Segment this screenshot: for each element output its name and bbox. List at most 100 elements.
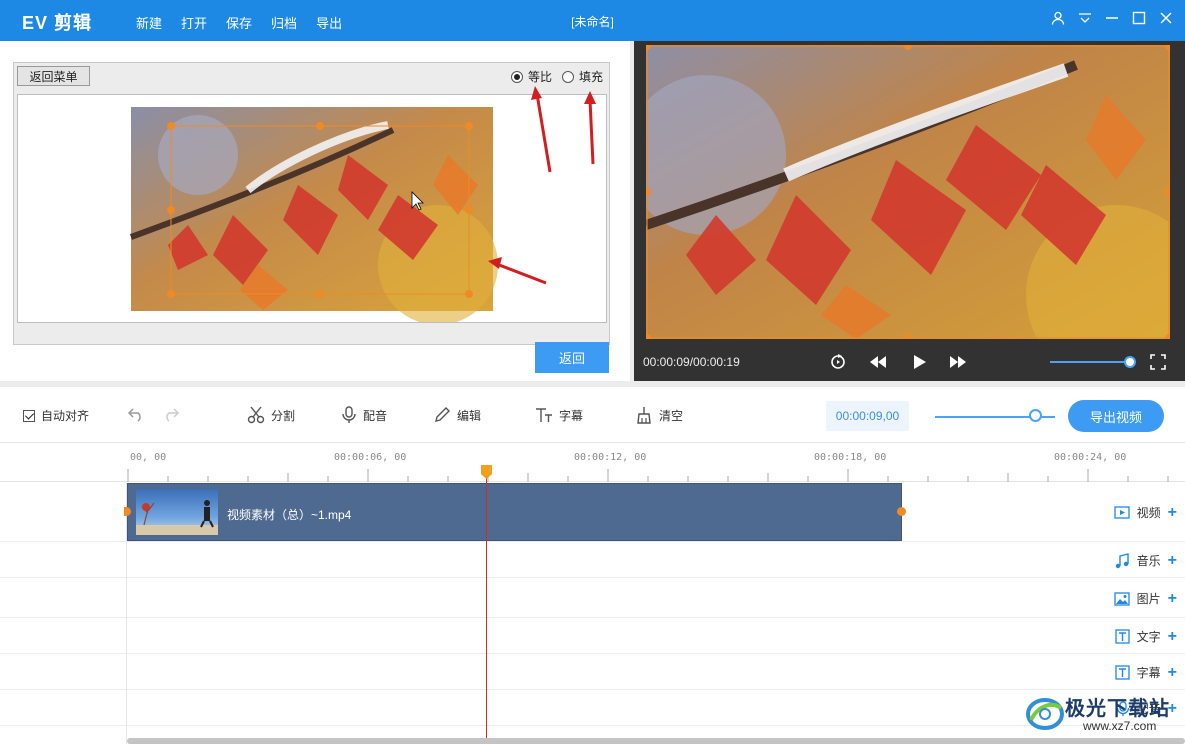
- track-name: 视频: [1136, 506, 1161, 520]
- subtitle-track: 字幕 +: [0, 654, 1185, 690]
- scale-mode-group: 等比 填充: [510, 68, 603, 85]
- menu-save[interactable]: 保存: [226, 13, 252, 32]
- split-label: 分割: [271, 408, 296, 423]
- app-logo: EV 剪辑: [22, 13, 93, 33]
- track-name: 图片: [1136, 592, 1161, 606]
- volume-slider-knob[interactable]: [1124, 356, 1136, 368]
- timeline-horizontal-scrollbar[interactable]: [127, 738, 1185, 744]
- replay-icon[interactable]: [828, 352, 848, 372]
- clip-right-handle[interactable]: [897, 507, 906, 516]
- clip-thumbnail: [136, 489, 218, 535]
- crop-editor-panel: 返回菜单 等比 填充 返回: [0, 41, 630, 381]
- track-label-subtitle: 字幕 +: [1114, 664, 1177, 681]
- track-name: 文字: [1136, 630, 1161, 644]
- maximize-icon[interactable]: [1132, 11, 1146, 25]
- edit-toolbar: 自动对齐 分割 配音 编辑 字幕 清空 00:00:09,00 导出视频: [0, 387, 1185, 443]
- pencil-icon: [435, 407, 450, 422]
- crop-canvas: [17, 94, 607, 323]
- dub-button[interactable]: 配音: [341, 406, 387, 424]
- scissors-icon: [247, 406, 265, 424]
- microphone-icon: [342, 406, 356, 423]
- menu-archive[interactable]: 归档: [271, 13, 297, 32]
- mode-proportional-label: 等比: [527, 70, 552, 84]
- close-icon[interactable]: [1159, 11, 1173, 25]
- text-size-icon: [536, 408, 552, 422]
- image-icon: [1113, 591, 1130, 606]
- add-subtitle-button[interactable]: +: [1168, 664, 1177, 680]
- annotation-arrows: [531, 86, 596, 173]
- subtitle-button[interactable]: 字幕: [535, 406, 583, 424]
- ruler-label: 00:00:06, 00: [334, 452, 407, 463]
- image-track: 图片 +: [0, 578, 1185, 618]
- add-video-button[interactable]: +: [1168, 504, 1177, 520]
- add-music-button[interactable]: +: [1168, 552, 1177, 568]
- track-label-video: 视频 +: [1113, 504, 1177, 521]
- watermark-url: www.xz7.com: [1083, 719, 1157, 733]
- ruler-label: 00:00:24, 00: [1054, 452, 1127, 463]
- player-controls: 00:00:09/00:00:19: [634, 345, 1185, 379]
- subtitle-icon: [1114, 665, 1130, 680]
- subtitle-label: 字幕: [559, 408, 584, 423]
- track-label-text: 文字 +: [1114, 628, 1177, 645]
- video-clip[interactable]: 视频素材（总）~1.mp4: [127, 483, 902, 541]
- dub-track: 配音 +: [0, 690, 1185, 726]
- track-label-music: 音乐 +: [1114, 552, 1177, 569]
- playhead-line: [486, 465, 487, 739]
- mode-proportional-radio[interactable]: 等比: [510, 68, 552, 85]
- radio-selected-dot: [510, 70, 523, 83]
- video-preview-panel: 00:00:09/00:00:19: [634, 41, 1185, 381]
- ruler-ticks: [127, 469, 1169, 482]
- video-track-icon: [1113, 506, 1130, 519]
- redo-icon[interactable]: [162, 406, 180, 422]
- mode-fill-radio[interactable]: 填充: [561, 68, 603, 85]
- text-track: 文字 +: [0, 618, 1185, 654]
- menu-export[interactable]: 导出: [316, 13, 342, 32]
- playback-time: 00:00:09/00:00:19: [643, 355, 740, 369]
- fullscreen-icon[interactable]: [1148, 352, 1168, 372]
- auto-align-label: 自动对齐: [41, 409, 90, 423]
- timeline-zoom-slider-knob[interactable]: [1029, 409, 1042, 422]
- watermark: 极光下载站 www.xz7.com: [1025, 690, 1177, 736]
- timecode-display: 00:00:09,00: [826, 401, 909, 431]
- mode-fill-label: 填充: [578, 70, 603, 84]
- menu-collapse-icon[interactable]: [1078, 11, 1092, 25]
- track-name: 音乐: [1136, 554, 1161, 568]
- return-button[interactable]: 返回: [535, 342, 609, 373]
- ruler-label: 00:00:18, 00: [814, 452, 887, 463]
- clear-button[interactable]: 清空: [635, 406, 683, 424]
- music-note-icon: [1115, 552, 1129, 568]
- window-controls: [1051, 11, 1173, 25]
- ruler-label: 00, 00: [130, 452, 167, 463]
- menu-new[interactable]: 新建: [136, 13, 162, 32]
- menu-open[interactable]: 打开: [181, 13, 207, 32]
- preview-frame: [646, 45, 1170, 339]
- edit-label: 编辑: [457, 408, 482, 423]
- timeline-ruler[interactable]: 00, 00 00:00:06, 00 00:00:12, 00 00:00:1…: [0, 443, 1185, 482]
- back-to-menu-button[interactable]: 返回菜单: [17, 66, 90, 86]
- checkbox-checked-icon: [23, 409, 35, 422]
- main-menu: 新建 打开 保存 归档 导出: [136, 13, 361, 32]
- edit-button[interactable]: 编辑: [433, 406, 481, 424]
- add-text-button[interactable]: +: [1168, 628, 1177, 644]
- auto-align-checkbox[interactable]: 自动对齐: [23, 407, 89, 424]
- export-video-button[interactable]: 导出视频: [1068, 400, 1164, 432]
- broom-icon: [637, 407, 651, 424]
- title-bar: EV 剪辑 新建 打开 保存 归档 导出 [未命名]: [0, 0, 1185, 41]
- play-icon[interactable]: [909, 352, 929, 372]
- undo-icon[interactable]: [127, 406, 145, 422]
- split-button[interactable]: 分割: [247, 406, 295, 424]
- volume-slider-track[interactable]: [1050, 361, 1130, 363]
- dub-label: 配音: [363, 408, 388, 423]
- crop-source-image: [129, 107, 547, 322]
- track-name: 字幕: [1136, 666, 1161, 680]
- clip-name: 视频素材（总）~1.mp4: [227, 508, 352, 522]
- add-image-button[interactable]: +: [1168, 590, 1177, 606]
- radio-empty-dot: [561, 70, 574, 83]
- minimize-icon[interactable]: [1105, 11, 1119, 25]
- rewind-icon[interactable]: [868, 352, 888, 372]
- user-icon[interactable]: [1051, 11, 1065, 25]
- ruler-label: 00:00:12, 00: [574, 452, 647, 463]
- text-icon: [1114, 629, 1130, 644]
- track-header-column: [0, 482, 127, 744]
- fast-forward-icon[interactable]: [948, 352, 968, 372]
